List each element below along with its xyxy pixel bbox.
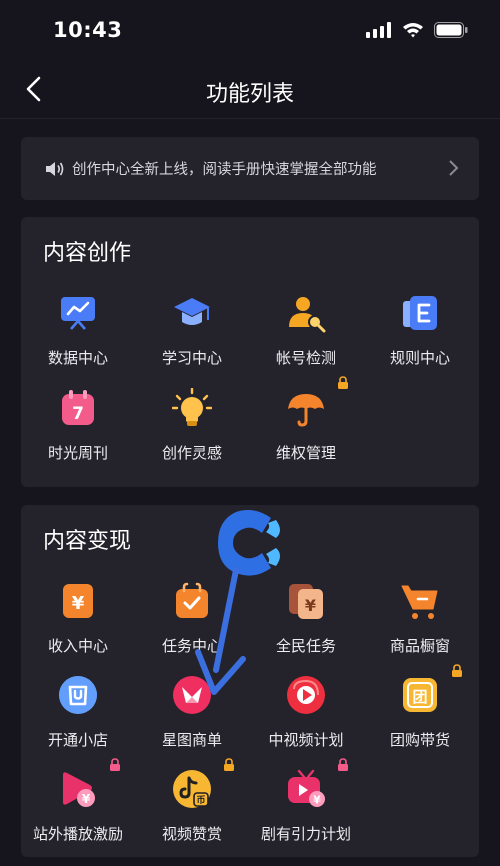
- graduation-cap-icon: [174, 298, 210, 325]
- svg-text:团: 团: [412, 688, 427, 706]
- lock-icon: [224, 758, 234, 771]
- section-title: 内容变现: [43, 529, 132, 554]
- feature-label: 全民任务: [275, 637, 336, 655]
- tv-yen-icon: ¥: [288, 769, 325, 807]
- wifi-icon: [403, 23, 423, 38]
- status-icons: [366, 22, 468, 38]
- feature-label: 商品橱窗: [389, 637, 450, 655]
- svg-text:¥: ¥: [313, 794, 321, 807]
- lock-icon: [452, 664, 462, 677]
- feature-label: 剧有引力计划: [260, 825, 351, 843]
- feature-label: 开通小店: [47, 731, 108, 749]
- shop-bag-icon: [59, 676, 97, 714]
- yen-wallet-icon: ¥: [63, 584, 93, 618]
- feature-product-window[interactable]: 商品橱窗: [363, 581, 477, 671]
- feature-open-shop[interactable]: 开通小店: [21, 675, 135, 765]
- feature-label: 帐号检测: [275, 349, 336, 367]
- feature-video-tips[interactable]: 币 视频赞赏: [135, 758, 249, 859]
- shopping-cart-icon: [401, 585, 438, 619]
- tiktok-coin-icon: 币: [173, 770, 211, 808]
- svg-text:¥: ¥: [82, 792, 91, 806]
- play-video-icon: [287, 676, 325, 714]
- svg-text:币: 币: [196, 795, 205, 806]
- feature-time-weekly[interactable]: 7 时光周刊: [21, 388, 135, 478]
- page-title: 功能列表: [205, 82, 294, 107]
- speaker-icon: [46, 161, 64, 176]
- feature-rights-management[interactable]: 维权管理: [249, 376, 363, 478]
- feature-account-check[interactable]: 帐号检测: [249, 293, 363, 383]
- chevron-right-icon: [449, 160, 459, 176]
- feature-label: 规则中心: [389, 349, 450, 367]
- battery-icon: [434, 22, 468, 38]
- lock-icon: [338, 376, 348, 389]
- feature-label: 视频赞赏: [161, 825, 222, 843]
- feature-label: 团购带货: [389, 731, 450, 749]
- section-content-monetization: 内容变现 ¥ 收入中心 任务中心 ¥ 全民任务 商品橱窗 开通小店 星图商单 中…: [21, 505, 479, 857]
- feature-star-map-orders[interactable]: 星图商单: [135, 675, 249, 765]
- feature-label: 创作灵感: [161, 444, 222, 462]
- feature-drama-gravity-plan[interactable]: ¥ 剧有引力计划: [249, 758, 363, 859]
- nav-bar: 功能列表: [0, 62, 500, 119]
- feature-income-center[interactable]: ¥ 收入中心: [21, 581, 135, 671]
- feature-data-center[interactable]: 数据中心: [21, 293, 135, 383]
- feature-group-buy[interactable]: 团 团购带货: [363, 664, 477, 765]
- svg-text:¥: ¥: [72, 593, 85, 614]
- data-board-icon: [61, 297, 95, 330]
- section-title: 内容创作: [43, 241, 132, 266]
- feature-label: 收入中心: [47, 637, 108, 655]
- feature-mid-video-plan[interactable]: 中视频计划: [249, 675, 363, 765]
- feature-label: 星图商单: [161, 731, 222, 749]
- feature-label: 时光周刊: [47, 444, 108, 462]
- task-bag-icon: [176, 582, 208, 618]
- notice-banner[interactable]: 创作中心全新上线，阅读手册快速掌握全部功能: [21, 137, 479, 200]
- yen-cards-icon: ¥: [289, 584, 323, 619]
- play-yen-icon: ¥: [63, 772, 95, 807]
- star-chart-icon: [173, 676, 211, 714]
- status-time: 10:43: [53, 18, 123, 42]
- svg-text:¥: ¥: [305, 596, 316, 615]
- calendar-7-icon: 7: [62, 390, 94, 425]
- section-content-creation: 内容创作 数据中心 学习中心 帐号检测 规则中心 7 时光周刊 创作灵感 维权管…: [21, 217, 479, 487]
- lock-icon: [338, 758, 348, 771]
- feature-public-tasks[interactable]: ¥ 全民任务: [249, 581, 363, 671]
- umbrella-icon: [288, 394, 324, 427]
- feature-task-center[interactable]: 任务中心: [135, 581, 249, 671]
- svg-text:7: 7: [72, 404, 84, 424]
- user-search-icon: [289, 297, 326, 333]
- feature-offsite-play-incentive[interactable]: ¥ 站外播放激励: [21, 758, 135, 859]
- feature-label: 维权管理: [275, 444, 336, 462]
- feature-label: 站外播放激励: [32, 825, 123, 843]
- cellular-signal-icon: [366, 22, 391, 38]
- status-bar: 10:43: [0, 0, 500, 62]
- notice-text: 创作中心全新上线，阅读手册快速掌握全部功能: [72, 162, 377, 178]
- feature-label: 数据中心: [47, 349, 108, 367]
- feature-label: 中视频计划: [268, 731, 344, 749]
- feature-label: 学习中心: [161, 349, 222, 367]
- feature-creative-inspiration[interactable]: 创作灵感: [135, 388, 249, 478]
- rulebook-icon: [403, 296, 437, 330]
- feature-rule-center[interactable]: 规则中心: [363, 293, 477, 383]
- feature-learning-center[interactable]: 学习中心: [135, 293, 249, 383]
- feature-label: 任务中心: [161, 637, 222, 655]
- group-buy-icon: 团: [403, 678, 437, 712]
- lightbulb-icon: [172, 388, 212, 426]
- lock-icon: [110, 758, 120, 771]
